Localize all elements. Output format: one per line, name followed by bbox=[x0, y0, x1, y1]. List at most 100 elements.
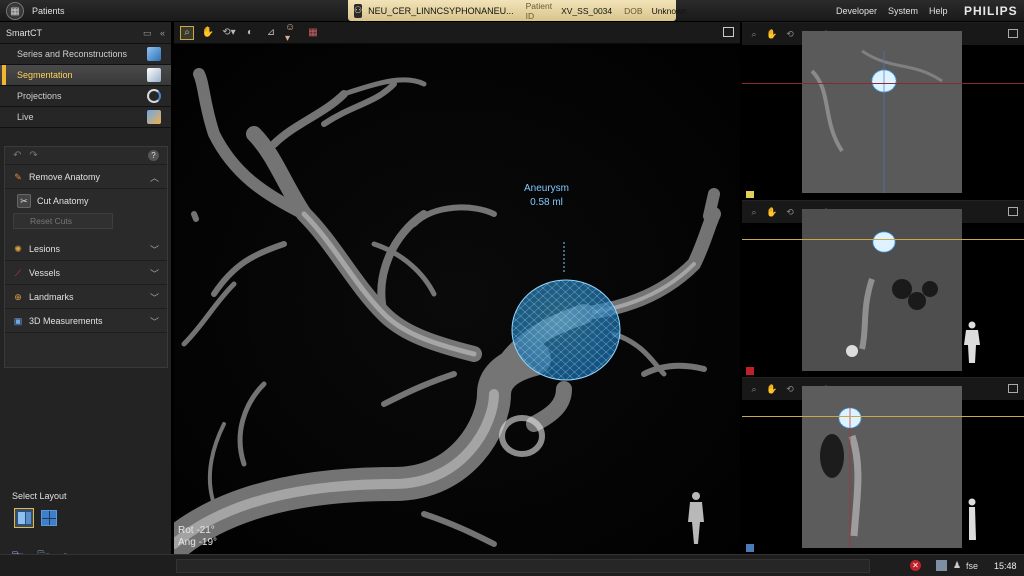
cube-icon bbox=[147, 47, 161, 61]
axial-slice-view[interactable]: ⌕ ✋ ⟲ ◐ ✛ ⊿ ☺ ▦ bbox=[742, 22, 1024, 198]
slice-color-swatch bbox=[746, 191, 754, 198]
redo-icon[interactable]: ↷ bbox=[29, 150, 37, 161]
maximize-icon[interactable] bbox=[1008, 384, 1018, 393]
nav-segmentation[interactable]: Segmentation bbox=[0, 65, 171, 86]
nav-projections[interactable]: Projections bbox=[0, 86, 171, 107]
aneurysm-annotation[interactable]: Aneurysm 0.58 ml bbox=[524, 182, 569, 210]
pan-hand-icon[interactable]: ✋ bbox=[201, 26, 215, 40]
status-bar: ✕ ♟ fse 15:48 bbox=[0, 554, 1024, 576]
patient-pair-icon: ⚇ bbox=[354, 3, 363, 18]
measure-cube-icon: ▣ bbox=[13, 315, 23, 326]
chevron-down-icon: ﹀ bbox=[149, 269, 159, 279]
chevron-up-icon: ︿ bbox=[149, 173, 159, 183]
user-icon: ♟ bbox=[953, 560, 962, 570]
face-orientation-icon[interactable]: ☺▾ bbox=[285, 22, 299, 44]
zoom-icon[interactable]: ⌕ bbox=[748, 206, 760, 218]
rotate-icon[interactable]: ⟲▾ bbox=[222, 26, 236, 40]
body-orientation-figure bbox=[964, 321, 980, 363]
coronal-slice-view[interactable]: ⌕ ✋ ⟲ ◐ ✛ ⊿ ☺ ▦ bbox=[742, 200, 1024, 376]
lesions-label: Lesions bbox=[29, 243, 61, 254]
patients-link[interactable]: Patients bbox=[32, 6, 65, 16]
nav-live[interactable]: Live bbox=[0, 107, 171, 128]
measure-ruler-icon[interactable]: ⊿ bbox=[264, 26, 278, 40]
landmarks-label: Landmarks bbox=[29, 291, 74, 302]
3d-measurements-label: 3D Measurements bbox=[29, 315, 103, 326]
clock: 15:48 bbox=[994, 561, 1017, 571]
zoom-icon[interactable]: ⌕ bbox=[748, 28, 760, 40]
viewport-toolbar: ⌕ ✋ ⟲▾ ◐ ⊿ ☺▾ ▦ bbox=[174, 22, 740, 44]
segmentation-tools: ↶ ↷ ? ✎ Remove Anatomy ︿ ✂ Cut Anatomy R… bbox=[4, 146, 168, 368]
rotate-icon[interactable]: ⟲ bbox=[784, 383, 796, 395]
lesions-section[interactable]: ✺ Lesions ﹀ bbox=[5, 237, 167, 261]
reset-cuts-button[interactable]: Reset Cuts bbox=[13, 213, 113, 229]
lesion-icon: ✺ bbox=[14, 243, 22, 254]
crosshair-icon: ⊕ bbox=[14, 291, 22, 302]
cut-anatomy-label: Cut Anatomy bbox=[37, 196, 89, 206]
rotate-arrows-icon bbox=[147, 89, 161, 103]
window-level-icon[interactable]: ◐ bbox=[243, 26, 257, 40]
rotate-icon[interactable]: ⟲ bbox=[784, 206, 796, 218]
segment-cube-icon bbox=[147, 68, 161, 82]
sagittal-slice-view[interactable]: ⌕ ✋ ⟲ ◐ ✛ ⊿ ☺ ▦ bbox=[742, 377, 1024, 554]
help-icon[interactable]: ? bbox=[148, 150, 159, 161]
zoom-icon[interactable]: ⌕ bbox=[180, 25, 194, 40]
layout-option-grid[interactable] bbox=[41, 510, 57, 526]
status-message-field bbox=[176, 559, 870, 573]
panel-title: SmartCT bbox=[6, 28, 42, 38]
patient-name: NEU_CER_LINNCSYPHONANEU... bbox=[368, 5, 514, 16]
annotation-volume: 0.58 ml bbox=[530, 197, 563, 208]
home-menu-button[interactable]: ▦ bbox=[6, 2, 24, 20]
remove-anatomy-label: Remove Anatomy bbox=[29, 171, 101, 182]
top-bar: ▦ Patients ⚇ NEU_CER_LINNCSYPHONANEU... … bbox=[0, 0, 1024, 22]
vessels-section[interactable]: ⟋ Vessels ﹀ bbox=[5, 261, 167, 285]
user-name: fse bbox=[966, 561, 979, 571]
main-3d-viewport[interactable]: ⌕ ✋ ⟲▾ ◐ ⊿ ☺▾ ▦ Aneurysm 0.58 ml Rot -21… bbox=[174, 22, 740, 554]
network-icon[interactable] bbox=[936, 560, 947, 571]
dob-label: DOB bbox=[624, 5, 643, 16]
menu-developer[interactable]: Developer bbox=[836, 6, 877, 16]
undo-redo-row: ↶ ↷ ? bbox=[5, 147, 167, 165]
cut-anatomy-button[interactable]: ✂ Cut Anatomy bbox=[5, 189, 167, 213]
chevron-down-icon: ﹀ bbox=[149, 245, 159, 255]
undo-icon[interactable]: ↶ bbox=[13, 150, 21, 161]
slice-image bbox=[802, 31, 962, 193]
3d-measurements-section[interactable]: ▣ 3D Measurements ﹀ bbox=[5, 309, 167, 333]
vessels-label: Vessels bbox=[29, 267, 61, 278]
pan-hand-icon[interactable]: ✋ bbox=[766, 206, 778, 218]
chevron-down-icon: ﹀ bbox=[149, 317, 159, 327]
pan-hand-icon[interactable]: ✋ bbox=[766, 28, 778, 40]
menu-help[interactable]: Help bbox=[929, 6, 948, 16]
panel-menu-icon[interactable]: ▭ bbox=[143, 28, 152, 38]
dob-value: Unknown bbox=[651, 5, 687, 16]
maximize-icon[interactable] bbox=[1008, 29, 1018, 38]
angulation-value: Ang -19° bbox=[178, 537, 218, 548]
nav-label: Series and Reconstructions bbox=[17, 49, 128, 59]
brand-logo: PHILIPS bbox=[964, 4, 1018, 18]
live-cube-icon bbox=[147, 110, 161, 124]
rotation-value: Rot -21° bbox=[178, 525, 215, 536]
nav-series-reconstructions[interactable]: Series and Reconstructions bbox=[0, 44, 171, 65]
slice-color-swatch bbox=[746, 544, 754, 552]
rotate-icon[interactable]: ⟲ bbox=[784, 28, 796, 40]
annotation-title: Aneurysm bbox=[524, 183, 570, 194]
menu-system[interactable]: System bbox=[888, 6, 918, 16]
zoom-icon[interactable]: ⌕ bbox=[748, 383, 760, 395]
pan-hand-icon[interactable]: ✋ bbox=[766, 383, 778, 395]
body-orientation-figure bbox=[968, 498, 976, 540]
layout-split-icon bbox=[18, 512, 25, 524]
collapse-panel-icon[interactable]: « bbox=[160, 28, 165, 38]
nav-label: Segmentation bbox=[17, 70, 73, 80]
smartct-header: SmartCT ▭ « bbox=[0, 22, 171, 44]
patient-tab[interactable]: ⚇ NEU_CER_LINNCSYPHONANEU... Patient ID … bbox=[348, 0, 687, 21]
maximize-icon[interactable] bbox=[1008, 207, 1018, 216]
patient-id-value: XV_SS_0034 bbox=[561, 5, 613, 16]
landmarks-section[interactable]: ⊕ Landmarks ﹀ bbox=[5, 285, 167, 309]
layout-option-main-plus-three[interactable] bbox=[14, 508, 34, 528]
error-icon[interactable]: ✕ bbox=[910, 560, 921, 571]
maximize-icon[interactable] bbox=[723, 27, 734, 37]
color-map-icon[interactable]: ▦ bbox=[306, 26, 320, 40]
cut-icon: ✂ bbox=[17, 194, 31, 208]
patient-id-label: Patient ID bbox=[525, 0, 553, 21]
remove-anatomy-header[interactable]: ✎ Remove Anatomy ︿ bbox=[5, 165, 167, 189]
vessel-render bbox=[174, 44, 740, 554]
